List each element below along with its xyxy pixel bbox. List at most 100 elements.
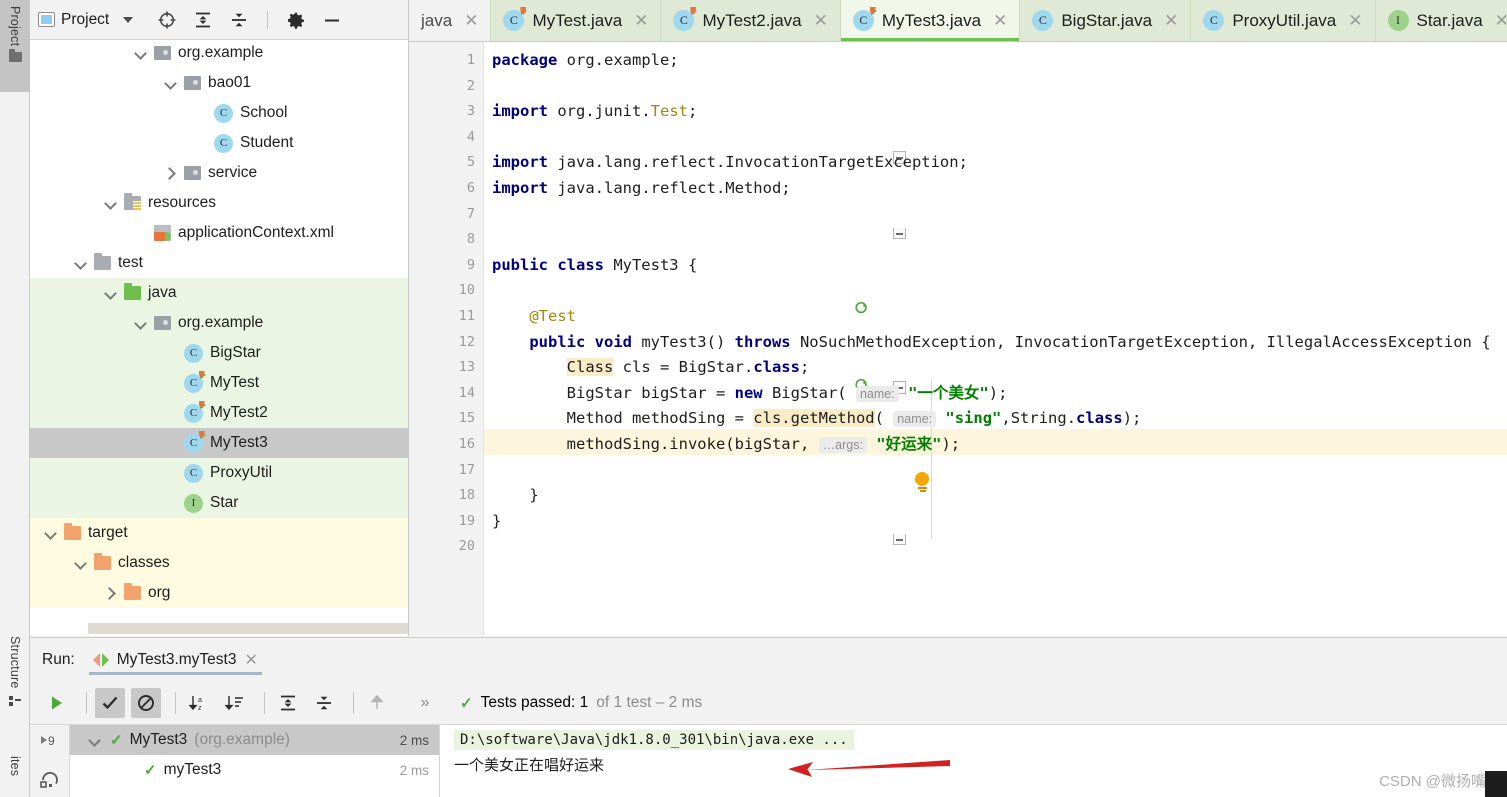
hide-window-icon[interactable] bbox=[322, 10, 342, 30]
tree-node[interactable]: C BigStar bbox=[30, 338, 408, 368]
chevron-down-icon[interactable] bbox=[133, 45, 149, 61]
code-line[interactable]: package org.example; bbox=[492, 48, 679, 74]
run-toolbar[interactable]: az » ✓ Tests passed: 1 of 1 test – 2 ms bbox=[30, 681, 1507, 725]
editor-gutter[interactable]: 1 2 3 4 5 6 7 8 9 10 11 12 13 14 15 16 17 18 19 20 bbox=[409, 42, 484, 636]
collapse-all-icon[interactable] bbox=[309, 688, 339, 718]
close-icon[interactable]: ✕ bbox=[814, 11, 828, 31]
run-side-toolbar[interactable]: 9 bbox=[30, 725, 70, 797]
project-tool-window: Project org.example bao01 C School C Stu… bbox=[30, 0, 409, 636]
chevron-right-icon[interactable] bbox=[103, 585, 119, 601]
chevron-down-icon[interactable] bbox=[103, 195, 119, 211]
expand-all-icon[interactable] bbox=[193, 10, 213, 30]
console-output[interactable]: D:\software\Java\jdk1.8.0_301\bin\java.e… bbox=[440, 725, 1507, 797]
tree-node[interactable]: bao01 bbox=[30, 68, 408, 98]
test-run-icon bbox=[92, 652, 109, 667]
code-line[interactable]: import java.lang.reflect.Method; bbox=[492, 176, 791, 202]
tree-node[interactable]: resources bbox=[30, 188, 408, 218]
tree-node[interactable]: test bbox=[30, 248, 408, 278]
line-number: 18 bbox=[458, 487, 475, 504]
tree-node[interactable]: applicationContext.xml bbox=[30, 218, 408, 248]
restart-icon[interactable] bbox=[39, 769, 61, 791]
line-number: 20 bbox=[458, 538, 475, 555]
tree-node[interactable]: I Star bbox=[30, 488, 408, 518]
code-line[interactable]: public class MyTest3 { bbox=[492, 253, 697, 279]
code-line[interactable]: public void myTest3() throws NoSuchMetho… bbox=[492, 330, 1490, 356]
chevron-down-icon[interactable] bbox=[103, 285, 119, 301]
close-icon[interactable]: ✕ bbox=[993, 11, 1007, 31]
code-line[interactable]: Class cls = BigStar.class; bbox=[492, 355, 809, 381]
run-configuration-tab[interactable]: MyTest3.myTest3 ✕ bbox=[85, 638, 266, 681]
rerun-icon[interactable] bbox=[42, 688, 72, 718]
code-line[interactable]: import org.junit.Test; bbox=[492, 99, 697, 125]
editor-tab[interactable]: C MyTest.java ✕ bbox=[491, 0, 662, 41]
chevron-down-icon[interactable] bbox=[43, 525, 59, 541]
close-icon[interactable]: ✕ bbox=[244, 650, 257, 670]
chevron-down-icon[interactable] bbox=[123, 16, 134, 23]
tree-node[interactable]: C School bbox=[30, 98, 408, 128]
tree-node[interactable]: C MyTest bbox=[30, 368, 408, 398]
code-text[interactable]: package org.example; import org.junit.Tes… bbox=[484, 42, 1507, 636]
editor-tab[interactable]: C MyTest2.java ✕ bbox=[661, 0, 841, 41]
chevron-down-icon[interactable] bbox=[133, 315, 149, 331]
sort-by-duration-icon[interactable] bbox=[220, 688, 250, 718]
test-result-row[interactable]: ✓ MyTest3 (org.example) 2 ms bbox=[70, 725, 439, 755]
code-line[interactable]: } bbox=[492, 509, 501, 535]
java-test-class-icon: C bbox=[503, 7, 528, 31]
editor-tab[interactable]: C BigStar.java ✕ bbox=[1020, 0, 1192, 41]
code-line[interactable]: BigStar bigStar = new BigStar( name: "一个… bbox=[492, 381, 1007, 407]
code-line[interactable]: @Test bbox=[492, 304, 576, 330]
test-results-tree[interactable]: ✓ MyTest3 (org.example) 2 ms ✓ myTest3 2 ms bbox=[70, 725, 440, 797]
tree-node[interactable]: org.example bbox=[30, 308, 408, 338]
mute-breakpoints-icon[interactable] bbox=[131, 687, 161, 718]
close-icon[interactable]: ✕ bbox=[1164, 11, 1178, 31]
code-line[interactable]: } bbox=[492, 483, 538, 509]
code-editor[interactable]: 1 2 3 4 5 6 7 8 9 10 11 12 13 14 15 16 17 18 19 20 package … bbox=[409, 42, 1507, 636]
chevron-down-icon[interactable] bbox=[73, 255, 89, 271]
chevron-right-icon[interactable] bbox=[163, 165, 179, 181]
show-passed-icon[interactable] bbox=[95, 687, 125, 718]
editor-tab[interactable]: java ✕ bbox=[409, 0, 492, 41]
editor-tab[interactable]: C ProxyUtil.java ✕ bbox=[1191, 0, 1376, 41]
project-tree[interactable]: javaorg.examplebao01CSchoolCStudentservi… bbox=[30, 40, 408, 636]
code-line[interactable]: Method methodSing = cls.getMethod( name:… bbox=[492, 406, 1141, 432]
line-number: 19 bbox=[458, 512, 475, 529]
editor-tab[interactable]: C MyTest3.java ✕ bbox=[840, 0, 1021, 41]
sort-alphabetically-icon[interactable]: az bbox=[184, 688, 214, 718]
locate-icon[interactable] bbox=[157, 10, 177, 30]
editor-tab[interactable]: I Star.java ✕ bbox=[1376, 0, 1507, 41]
tree-node[interactable]: org bbox=[30, 578, 408, 608]
tree-node[interactable]: C Student bbox=[30, 128, 408, 158]
chevron-down-icon[interactable] bbox=[73, 555, 89, 571]
close-icon[interactable]: ✕ bbox=[1495, 11, 1507, 31]
tree-node[interactable]: C ProxyUtil bbox=[30, 458, 408, 488]
tree-node[interactable]: org.example bbox=[30, 40, 408, 68]
up-arrow-icon[interactable] bbox=[362, 688, 392, 718]
code-line[interactable]: methodSing.invoke(bigStar, …args: "好运来")… bbox=[492, 432, 960, 458]
settings-gear-icon[interactable] bbox=[286, 10, 306, 30]
tree-horizontal-scrollbar[interactable] bbox=[88, 623, 408, 634]
sidebar-item-structure[interactable]: Structure bbox=[0, 630, 30, 736]
more-icon[interactable]: » bbox=[410, 688, 440, 718]
tree-node[interactable]: classes bbox=[30, 548, 408, 578]
test-result-row[interactable]: ✓ myTest3 2 ms bbox=[70, 755, 439, 785]
sidebar-item-favorites[interactable]: ites bbox=[0, 750, 30, 797]
run-9-icon[interactable]: 9 bbox=[39, 731, 61, 753]
code-line[interactable]: import java.lang.reflect.InvocationTarge… bbox=[492, 150, 968, 176]
tree-node[interactable]: service bbox=[30, 158, 408, 188]
chevron-down-icon[interactable] bbox=[87, 732, 103, 748]
close-icon[interactable]: ✕ bbox=[1348, 11, 1362, 31]
expand-all-icon[interactable] bbox=[273, 688, 303, 718]
close-icon[interactable]: ✕ bbox=[634, 11, 648, 31]
collapse-all-icon[interactable] bbox=[229, 10, 249, 30]
sidebar-item-project[interactable]: Project bbox=[0, 0, 30, 92]
editor-tab-bar[interactable]: java ✕ C MyTest.java ✕ C MyTest2.java ✕ C MyTest3… bbox=[409, 0, 1507, 42]
tree-node[interactable]: target bbox=[30, 518, 408, 548]
tree-node[interactable]: C MyTest2 bbox=[30, 398, 408, 428]
editor-tab-label: MyTest3.java bbox=[881, 10, 982, 30]
close-icon[interactable]: ✕ bbox=[464, 11, 478, 31]
line-number: 5 bbox=[466, 154, 475, 171]
tree-node[interactable]: java bbox=[30, 278, 408, 308]
tree-node[interactable]: C MyTest3 bbox=[30, 428, 408, 458]
chevron-down-icon[interactable] bbox=[163, 75, 179, 91]
